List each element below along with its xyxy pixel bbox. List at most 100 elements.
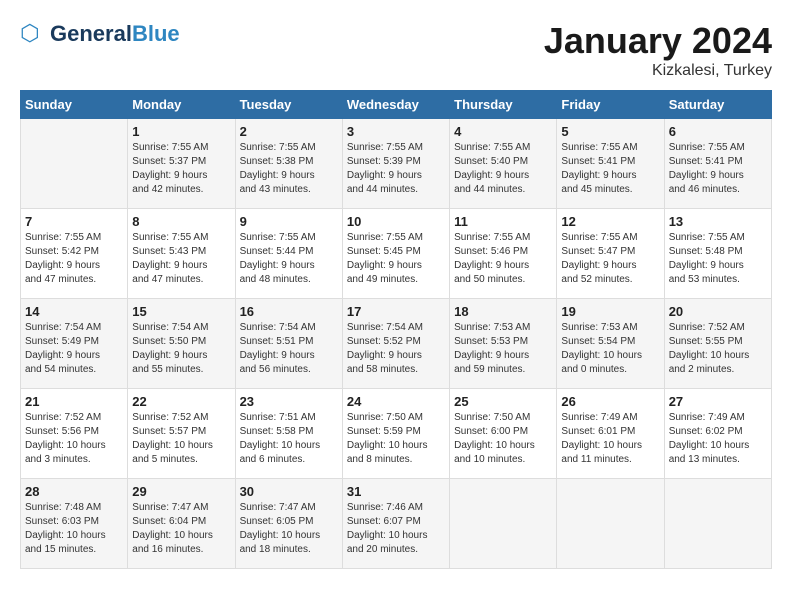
day-info: Sunrise: 7:46 AMSunset: 6:07 PMDaylight:… (347, 501, 445, 557)
day-info: Sunrise: 7:55 AMSunset: 5:40 PMDaylight:… (454, 141, 552, 197)
calendar-week-5: 28Sunrise: 7:48 AMSunset: 6:03 PMDayligh… (21, 479, 772, 569)
header-day-wednesday: Wednesday (342, 91, 449, 119)
calendar-cell: 10Sunrise: 7:55 AMSunset: 5:45 PMDayligh… (342, 209, 449, 299)
calendar-cell: 20 Sunrise: 7:52 AMSunset: 5:55 PMDayligh… (664, 299, 771, 389)
calendar-cell (450, 479, 557, 569)
calendar-cell: 9 Sunrise: 7:55 AMSunset: 5:44 PMDaylight… (235, 209, 342, 299)
day-number: 2 (240, 124, 338, 139)
header-day-saturday: Saturday (664, 91, 771, 119)
day-number: 21 (25, 394, 123, 409)
logo-text: GeneralBlue (50, 21, 180, 47)
page-header: ⬡ GeneralBlue January 2024 Kizkalesi, Tu… (20, 20, 772, 80)
calendar-cell (664, 479, 771, 569)
subtitle: Kizkalesi, Turkey (544, 62, 772, 80)
day-number: 16 (240, 304, 338, 319)
svg-text:⬡: ⬡ (20, 21, 40, 46)
calendar-cell: 31 Sunrise: 7:46 AMSunset: 6:07 PMDayligh… (342, 479, 449, 569)
day-number: 31 (347, 484, 445, 499)
day-info: Sunrise: 7:54 AMSunset: 5:49 PMDaylight:… (25, 321, 123, 377)
day-number: 18 (454, 304, 552, 319)
calendar-cell: 1Sunrise: 7:55 AMSunset: 5:37 PMDaylight… (128, 119, 235, 209)
day-info: Sunrise: 7:55 AMSunset: 5:42 PMDaylight:… (25, 231, 123, 287)
calendar-cell: 8Sunrise: 7:55 AMSunset: 5:43 PMDaylight… (128, 209, 235, 299)
day-number: 12 (561, 214, 659, 229)
calendar-cell: 23 Sunrise: 7:51 AMSunset: 5:58 PMDayligh… (235, 389, 342, 479)
day-number: 26 (561, 394, 659, 409)
header-day-friday: Friday (557, 91, 664, 119)
day-info: Sunrise: 7:52 AMSunset: 5:55 PMDaylight:… (669, 321, 767, 377)
day-number: 13 (669, 214, 767, 229)
day-number: 9 (240, 214, 338, 229)
day-number: 15 (132, 304, 230, 319)
calendar-cell: 2 Sunrise: 7:55 AMSunset: 5:38 PMDaylight… (235, 119, 342, 209)
day-info: Sunrise: 7:55 AMSunset: 5:37 PMDaylight:… (132, 141, 230, 197)
calendar-cell: 26 Sunrise: 7:49 AMSunset: 6:01 PMDayligh… (557, 389, 664, 479)
calendar-cell: 30Sunrise: 7:47 AMSunset: 6:05 PMDayligh… (235, 479, 342, 569)
day-info: Sunrise: 7:49 AMSunset: 6:01 PMDaylight:… (561, 411, 659, 467)
calendar-cell: 17Sunrise: 7:54 AMSunset: 5:52 PMDayligh… (342, 299, 449, 389)
calendar-cell: 12Sunrise: 7:55 AMSunset: 5:47 PMDayligh… (557, 209, 664, 299)
day-number: 8 (132, 214, 230, 229)
day-number: 23 (240, 394, 338, 409)
day-number: 3 (347, 124, 445, 139)
title-block: January 2024 Kizkalesi, Turkey (544, 20, 772, 80)
day-info: Sunrise: 7:51 AMSunset: 5:58 PMDaylight:… (240, 411, 338, 467)
day-info: Sunrise: 7:52 AMSunset: 5:56 PMDaylight:… (25, 411, 123, 467)
calendar-cell: 6 Sunrise: 7:55 AMSunset: 5:41 PMDaylight… (664, 119, 771, 209)
day-number: 4 (454, 124, 552, 139)
calendar-cell: 25 Sunrise: 7:50 AMSunset: 6:00 PMDayligh… (450, 389, 557, 479)
day-number: 24 (347, 394, 445, 409)
day-info: Sunrise: 7:55 AMSunset: 5:44 PMDaylight:… (240, 231, 338, 287)
calendar-week-3: 14 Sunrise: 7:54 AMSunset: 5:49 PMDayligh… (21, 299, 772, 389)
day-info: Sunrise: 7:55 AMSunset: 5:41 PMDaylight:… (561, 141, 659, 197)
day-info: Sunrise: 7:55 AMSunset: 5:48 PMDaylight:… (669, 231, 767, 287)
day-info: Sunrise: 7:50 AMSunset: 5:59 PMDaylight:… (347, 411, 445, 467)
day-number: 28 (25, 484, 123, 499)
calendar-week-4: 21 Sunrise: 7:52 AMSunset: 5:56 PMDayligh… (21, 389, 772, 479)
day-info: Sunrise: 7:55 AMSunset: 5:41 PMDaylight:… (669, 141, 767, 197)
day-number: 6 (669, 124, 767, 139)
day-number: 10 (347, 214, 445, 229)
header-day-tuesday: Tuesday (235, 91, 342, 119)
calendar-cell: 19 Sunrise: 7:53 AMSunset: 5:54 PMDayligh… (557, 299, 664, 389)
day-info: Sunrise: 7:53 AMSunset: 5:53 PMDaylight:… (454, 321, 552, 377)
calendar-cell: 21 Sunrise: 7:52 AMSunset: 5:56 PMDayligh… (21, 389, 128, 479)
calendar-table: SundayMondayTuesdayWednesdayThursdayFrid… (20, 90, 772, 569)
calendar-cell: 13 Sunrise: 7:55 AMSunset: 5:48 PMDayligh… (664, 209, 771, 299)
header-day-monday: Monday (128, 91, 235, 119)
day-number: 5 (561, 124, 659, 139)
calendar-cell: 15Sunrise: 7:54 AMSunset: 5:50 PMDayligh… (128, 299, 235, 389)
calendar-cell: 18 Sunrise: 7:53 AMSunset: 5:53 PMDayligh… (450, 299, 557, 389)
logo-icon: ⬡ (20, 20, 48, 48)
calendar-week-2: 7 Sunrise: 7:55 AMSunset: 5:42 PMDaylight… (21, 209, 772, 299)
calendar-cell: 16Sunrise: 7:54 AMSunset: 5:51 PMDayligh… (235, 299, 342, 389)
day-info: Sunrise: 7:55 AMSunset: 5:46 PMDaylight:… (454, 231, 552, 287)
calendar-cell: 4 Sunrise: 7:55 AMSunset: 5:40 PMDaylight… (450, 119, 557, 209)
day-number: 22 (132, 394, 230, 409)
day-number: 20 (669, 304, 767, 319)
calendar-cell: 22 Sunrise: 7:52 AMSunset: 5:57 PMDayligh… (128, 389, 235, 479)
day-number: 7 (25, 214, 123, 229)
day-info: Sunrise: 7:49 AMSunset: 6:02 PMDaylight:… (669, 411, 767, 467)
calendar-cell: 28Sunrise: 7:48 AMSunset: 6:03 PMDayligh… (21, 479, 128, 569)
calendar-cell: 11Sunrise: 7:55 AMSunset: 5:46 PMDayligh… (450, 209, 557, 299)
day-info: Sunrise: 7:50 AMSunset: 6:00 PMDaylight:… (454, 411, 552, 467)
calendar-cell: 14 Sunrise: 7:54 AMSunset: 5:49 PMDayligh… (21, 299, 128, 389)
calendar-cell: 29Sunrise: 7:47 AMSunset: 6:04 PMDayligh… (128, 479, 235, 569)
calendar-cell: 7 Sunrise: 7:55 AMSunset: 5:42 PMDaylight… (21, 209, 128, 299)
day-info: Sunrise: 7:52 AMSunset: 5:57 PMDaylight:… (132, 411, 230, 467)
day-number: 14 (25, 304, 123, 319)
calendar-cell: 3Sunrise: 7:55 AMSunset: 5:39 PMDaylight… (342, 119, 449, 209)
calendar-cell: 24 Sunrise: 7:50 AMSunset: 5:59 PMDayligh… (342, 389, 449, 479)
day-number: 30 (240, 484, 338, 499)
day-info: Sunrise: 7:47 AMSunset: 6:04 PMDaylight:… (132, 501, 230, 557)
calendar-cell: 5 Sunrise: 7:55 AMSunset: 5:41 PMDaylight… (557, 119, 664, 209)
day-number: 25 (454, 394, 552, 409)
header-day-sunday: Sunday (21, 91, 128, 119)
day-info: Sunrise: 7:55 AMSunset: 5:38 PMDaylight:… (240, 141, 338, 197)
day-info: Sunrise: 7:54 AMSunset: 5:52 PMDaylight:… (347, 321, 445, 377)
calendar-cell (557, 479, 664, 569)
day-number: 19 (561, 304, 659, 319)
day-info: Sunrise: 7:53 AMSunset: 5:54 PMDaylight:… (561, 321, 659, 377)
calendar-cell (21, 119, 128, 209)
